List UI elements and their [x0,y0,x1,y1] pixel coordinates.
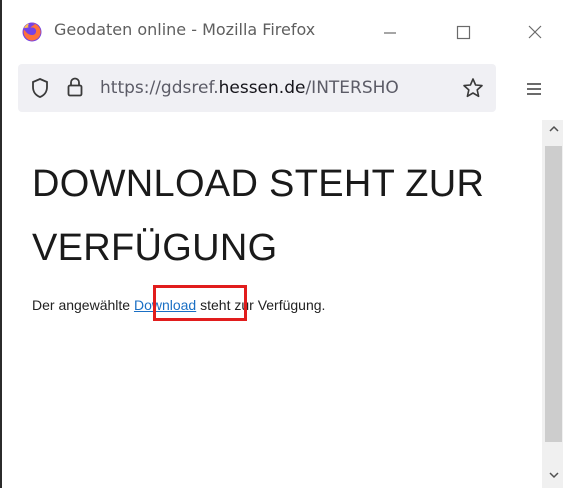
shield-icon[interactable] [30,77,50,104]
scroll-up-icon[interactable] [547,122,561,141]
window-title: Geodaten online - Mozilla Firefox [54,20,316,39]
maximize-button[interactable] [440,12,486,52]
close-icon [528,25,542,39]
browser-window: Geodaten online - Mozilla Firefox https:… [0,0,563,488]
heading-line-2: VERFÜGUNG [32,227,278,269]
url-prefix: https://gdsref. [100,78,219,98]
minimize-button[interactable] [367,12,413,52]
hamburger-menu-button[interactable] [520,76,548,102]
url-suffix: /INTERSHO [305,78,399,98]
highlight-box [153,285,247,321]
address-bar[interactable]: https://gdsref.hessen.de/INTERSHO [18,64,496,112]
minimize-icon [384,32,396,34]
lock-icon[interactable] [66,76,84,103]
scroll-down-icon[interactable] [547,468,561,487]
page-content: DOWNLOAD STEHT ZUR VERFÜGUNG Der angewäh… [4,120,542,488]
firefox-icon [22,22,42,42]
star-icon[interactable] [462,77,484,104]
message-text-before: Der angewählte [32,297,134,313]
url-text[interactable]: https://gdsref.hessen.de/INTERSHO [100,78,460,98]
title-bar: Geodaten online - Mozilla Firefox [2,0,563,64]
close-button[interactable] [512,12,558,52]
hamburger-menu-icon [527,83,541,95]
heading-line-1: DOWNLOAD STEHT ZUR [32,163,485,205]
url-domain: hessen.de [218,78,306,98]
maximize-icon [456,25,471,40]
page-heading: DOWNLOAD STEHT ZUR VERFÜGUNG [32,152,532,280]
scrollbar-thumb[interactable] [545,146,562,442]
